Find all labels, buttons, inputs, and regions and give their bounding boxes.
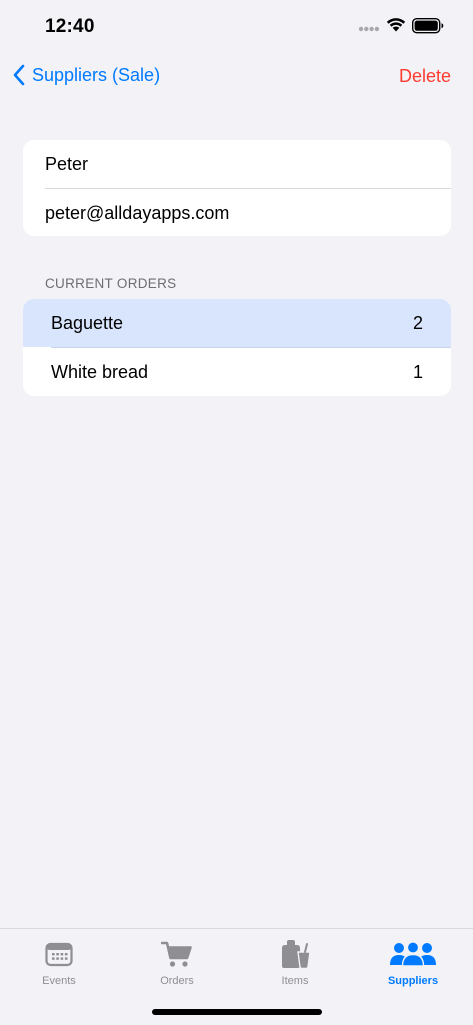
tab-items-label: Items — [281, 975, 309, 987]
bag-cup-icon — [282, 940, 311, 969]
wifi-icon — [386, 18, 406, 32]
back-button[interactable]: Suppliers (Sale) — [12, 64, 160, 86]
cart-icon — [161, 941, 192, 967]
tab-suppliers[interactable]: Suppliers — [354, 937, 472, 987]
status-bar: 12:40 — [0, 0, 473, 54]
tab-orders-label: Orders — [160, 975, 194, 987]
order-item-quantity: 1 — [412, 361, 423, 382]
supplier-email-value: peter@alldayapps.com — [45, 202, 230, 223]
chevron-left-icon — [13, 64, 25, 86]
supplier-name-field[interactable]: Peter — [23, 140, 451, 188]
home-indicator — [152, 1009, 322, 1015]
status-time: 12:40 — [45, 16, 95, 37]
tab-items[interactable]: Items — [236, 937, 354, 987]
supplier-info-card: Peter peter@alldayapps.com — [23, 140, 451, 236]
signal-dots-icon — [358, 26, 380, 32]
order-row-white-bread[interactable]: White bread 1 — [23, 348, 451, 396]
tab-events-label: Events — [42, 975, 76, 987]
order-row-baguette[interactable]: Baguette 2 — [23, 299, 451, 347]
tab-suppliers-label: Suppliers — [387, 975, 439, 987]
delete-button[interactable]: Delete — [399, 66, 451, 87]
supplier-name-value: Peter — [45, 153, 89, 174]
order-item-quantity: 2 — [412, 312, 423, 333]
supplier-email-field[interactable]: peter@alldayapps.com — [23, 189, 451, 236]
battery-icon — [412, 18, 444, 34]
people-icon — [390, 941, 436, 967]
tab-events[interactable]: Events — [0, 937, 118, 987]
navigation-bar: Suppliers (Sale) Delete — [0, 58, 473, 98]
section-header-current-orders: CURRENT ORDERS — [45, 276, 177, 291]
calendar-icon — [45, 942, 73, 967]
tab-orders[interactable]: Orders — [118, 937, 236, 987]
order-item-name: Baguette — [51, 312, 124, 333]
back-button-label: Suppliers (Sale) — [32, 64, 161, 85]
order-item-name: White bread — [51, 361, 149, 382]
current-orders-list: Baguette 2 White bread 1 — [23, 299, 451, 396]
